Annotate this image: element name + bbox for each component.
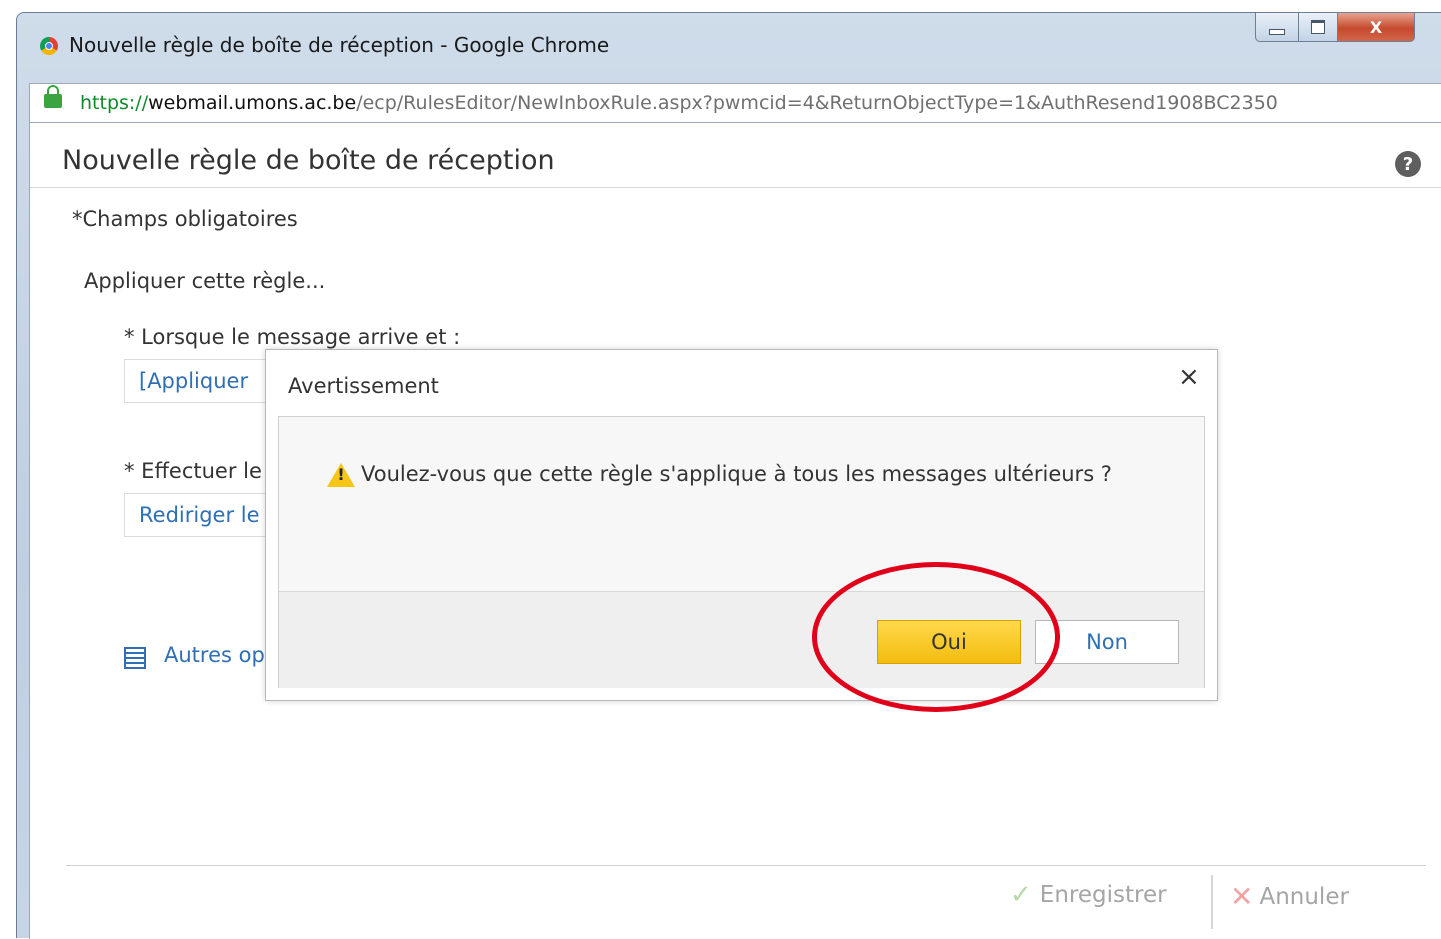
lock-icon (44, 85, 62, 108)
apply-rule-heading: Appliquer cette règle... (84, 269, 326, 293)
address-bar[interactable]: https://webmail.umons.ac.be/ecp/RulesEdi… (29, 83, 1441, 123)
condition-link[interactable]: [Appliquer (139, 369, 248, 393)
minimize-icon (1269, 29, 1285, 35)
cancel-button[interactable]: ✕ Annuler (1230, 880, 1349, 913)
chrome-icon (40, 37, 58, 55)
dialog-panel: ! Voulez-vous que cette règle s'applique… (278, 416, 1205, 688)
help-icon[interactable]: ? (1395, 151, 1421, 177)
url-host: webmail.umons.ac.be (148, 92, 357, 114)
save-button[interactable]: ✓ Enregistrer (1010, 880, 1167, 910)
condition-label: * Lorsque le message arrive et : (124, 325, 461, 349)
page-title: Nouvelle règle de boîte de réception (62, 145, 555, 176)
maximize-icon (1311, 20, 1325, 34)
header-divider (30, 187, 1441, 188)
dialog-close-button[interactable]: × (1178, 362, 1200, 392)
maximize-button[interactable] (1298, 12, 1338, 42)
desktop-background (0, 0, 16, 938)
action-link[interactable]: Rediriger le (139, 503, 260, 527)
x-icon: ✕ (1230, 880, 1254, 913)
check-icon: ✓ (1010, 880, 1032, 910)
dialog-message: Voulez-vous que cette règle s'applique à… (361, 462, 1112, 486)
close-window-button[interactable]: X (1337, 12, 1415, 42)
title-bar: Nouvelle règle de boîte de réception - G… (17, 12, 1441, 79)
more-options-link[interactable]: Autres op (164, 643, 265, 667)
warning-dialog: Avertissement × ! Voulez-vous que cette … (265, 349, 1218, 701)
dialog-body: ! Voulez-vous que cette règle s'applique… (279, 417, 1204, 591)
minimize-button[interactable] (1255, 12, 1299, 42)
dialog-footer: Oui Non (279, 591, 1204, 688)
save-label: Enregistrer (1039, 882, 1167, 908)
window-title: Nouvelle règle de boîte de réception - G… (69, 33, 610, 57)
dialog-title: Avertissement (288, 374, 439, 398)
warning-icon-mark: ! (337, 465, 345, 484)
highlight-annotation (812, 562, 1060, 712)
cancel-label: Annuler (1259, 883, 1349, 910)
url-text: https://webmail.umons.ac.be/ecp/RulesEdi… (80, 92, 1278, 114)
url-path: /ecp/RulesEditor/NewInboxRule.aspx?pwmci… (356, 92, 1278, 114)
url-scheme: https:// (80, 92, 149, 114)
required-fields-note: *Champs obligatoires (72, 207, 298, 231)
footer-separator (1211, 875, 1213, 929)
action-label: * Effectuer le (124, 459, 262, 483)
list-icon (124, 647, 146, 669)
footer-divider (66, 865, 1426, 866)
